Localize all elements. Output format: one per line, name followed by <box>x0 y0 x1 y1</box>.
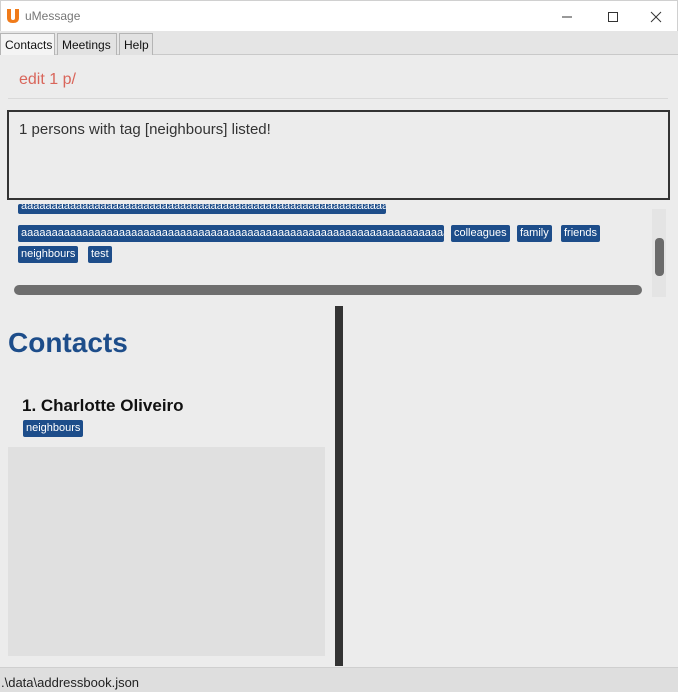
command-box[interactable]: edit 1 p/ <box>8 62 668 99</box>
result-display: 1 persons with tag [neighbours] listed! <box>7 110 670 200</box>
title-bar: uMessage <box>0 0 678 31</box>
status-bar: .\data\addressbook.json <box>0 667 678 692</box>
close-button[interactable] <box>633 1 678 32</box>
tag-item[interactable]: friends <box>561 225 601 242</box>
maximize-icon <box>608 11 618 22</box>
minimize-button[interactable] <box>544 1 590 32</box>
umessage-logo-icon <box>7 9 19 23</box>
tag-item[interactable]: aaaaaaaaaaaaaaaaaaaaaaaaaaaaaaaaaaaaaaaa… <box>18 204 386 214</box>
contacts-heading: Contacts <box>8 327 128 358</box>
menu-meetings[interactable]: Meetings <box>57 33 117 55</box>
menu-bar: Contacts Meetings Help <box>0 31 678 55</box>
window-title: uMessage <box>25 9 81 23</box>
contact-name[interactable]: 1. Charlotte Oliveiro <box>22 396 184 416</box>
horizontal-scrollbar-thumb[interactable] <box>14 285 642 295</box>
menu-contacts[interactable]: Contacts <box>0 33 55 55</box>
command-input[interactable]: edit 1 p/ <box>19 71 76 89</box>
split-pane-divider[interactable] <box>335 306 343 666</box>
tag-item[interactable]: test <box>88 246 112 263</box>
save-location: .\data\addressbook.json <box>1 675 140 690</box>
vertical-scrollbar-thumb[interactable] <box>655 238 664 276</box>
tag-item[interactable]: neighbours <box>18 246 79 263</box>
close-icon <box>650 11 662 22</box>
contact-tag: neighbours <box>23 420 84 437</box>
contact-list-area[interactable] <box>8 447 325 656</box>
result-message: 1 persons with tag [neighbours] listed! <box>19 121 271 138</box>
maximize-button[interactable] <box>590 1 636 32</box>
tag-item[interactable]: family <box>517 225 552 242</box>
menu-help[interactable]: Help <box>119 33 153 55</box>
tag-item[interactable]: colleagues <box>451 225 510 242</box>
tag-item[interactable]: aaaaaaaaaaaaaaaaaaaaaaaaaaaaaaaaaaaaaaaa… <box>18 225 444 242</box>
tag-list-panel[interactable]: aaaaaaaaaaaaaaaaaaaaaaaaaaaaaaaaaaaaaaaa… <box>10 203 653 285</box>
minimize-icon <box>562 16 572 17</box>
